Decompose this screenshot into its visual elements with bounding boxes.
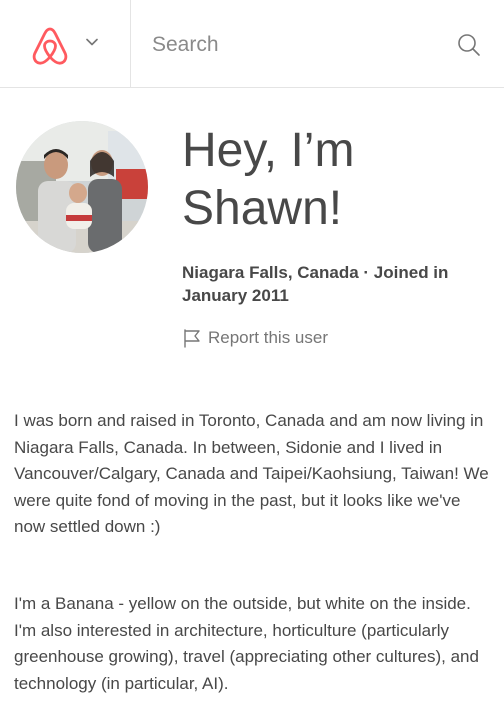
search-input[interactable]: [152, 28, 432, 62]
search-bar[interactable]: [131, 0, 504, 88]
report-user-link[interactable]: Report this user: [182, 327, 328, 349]
location-joined: Niagara Falls, Canada · Joined in Januar…: [182, 263, 449, 305]
avatar: [16, 121, 148, 253]
logo-menu-button[interactable]: [0, 0, 131, 88]
chevron-down-icon: [86, 38, 98, 46]
report-user-label: Report this user: [208, 328, 328, 347]
flag-icon: [184, 329, 200, 348]
bio-paragraph: I'm a Banana - yellow on the outside, bu…: [14, 594, 479, 693]
avatar-photo: [16, 121, 148, 253]
search-icon[interactable]: [457, 33, 481, 57]
profile-page: Hey, I’m Shawn! Niagara Falls, Canada · …: [0, 0, 504, 714]
airbnb-logo-icon: [32, 27, 68, 65]
page-title: Hey, I’m Shawn!: [182, 124, 355, 235]
header: [0, 0, 504, 88]
bio-paragraph: I was born and raised in Toronto, Canada…: [14, 411, 489, 536]
